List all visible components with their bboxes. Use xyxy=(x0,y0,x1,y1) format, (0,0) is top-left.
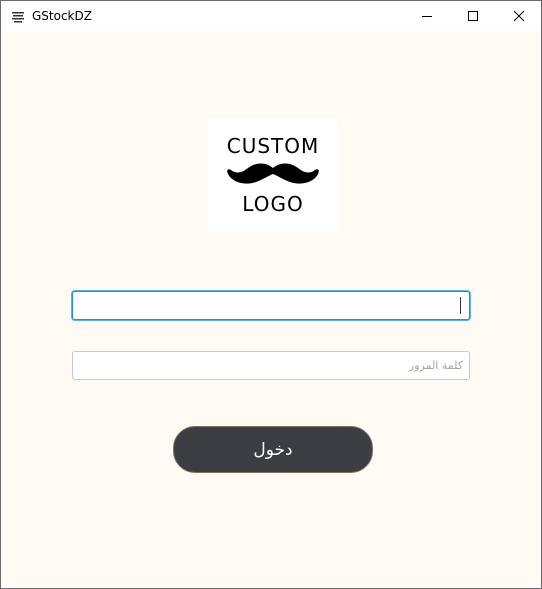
close-icon xyxy=(513,7,525,26)
close-button[interactable] xyxy=(496,1,541,31)
password-placeholder: كلمة المرور xyxy=(408,359,463,372)
maximize-button[interactable] xyxy=(450,1,496,31)
login-button[interactable]: دخول xyxy=(173,426,373,473)
text-caret xyxy=(460,297,461,314)
minimize-button[interactable] xyxy=(404,1,450,31)
logo-text-bottom: LOGO xyxy=(242,192,304,216)
company-logo: CUSTOM LOGO xyxy=(208,119,338,231)
maximize-icon xyxy=(467,7,479,26)
password-input[interactable]: كلمة المرور xyxy=(72,351,470,380)
app-icon xyxy=(11,9,25,23)
minimize-icon xyxy=(421,7,433,26)
mustache-icon xyxy=(226,162,320,188)
logo-text-top: CUSTOM xyxy=(226,134,320,158)
login-button-label: دخول xyxy=(253,439,293,460)
window-title: GStockDZ xyxy=(32,9,92,23)
title-bar[interactable]: GStockDZ xyxy=(1,1,541,31)
app-window: GStockDZ CUSTOM LOGO كلمة المرور دخول xyxy=(0,0,542,589)
username-input[interactable] xyxy=(72,291,470,320)
